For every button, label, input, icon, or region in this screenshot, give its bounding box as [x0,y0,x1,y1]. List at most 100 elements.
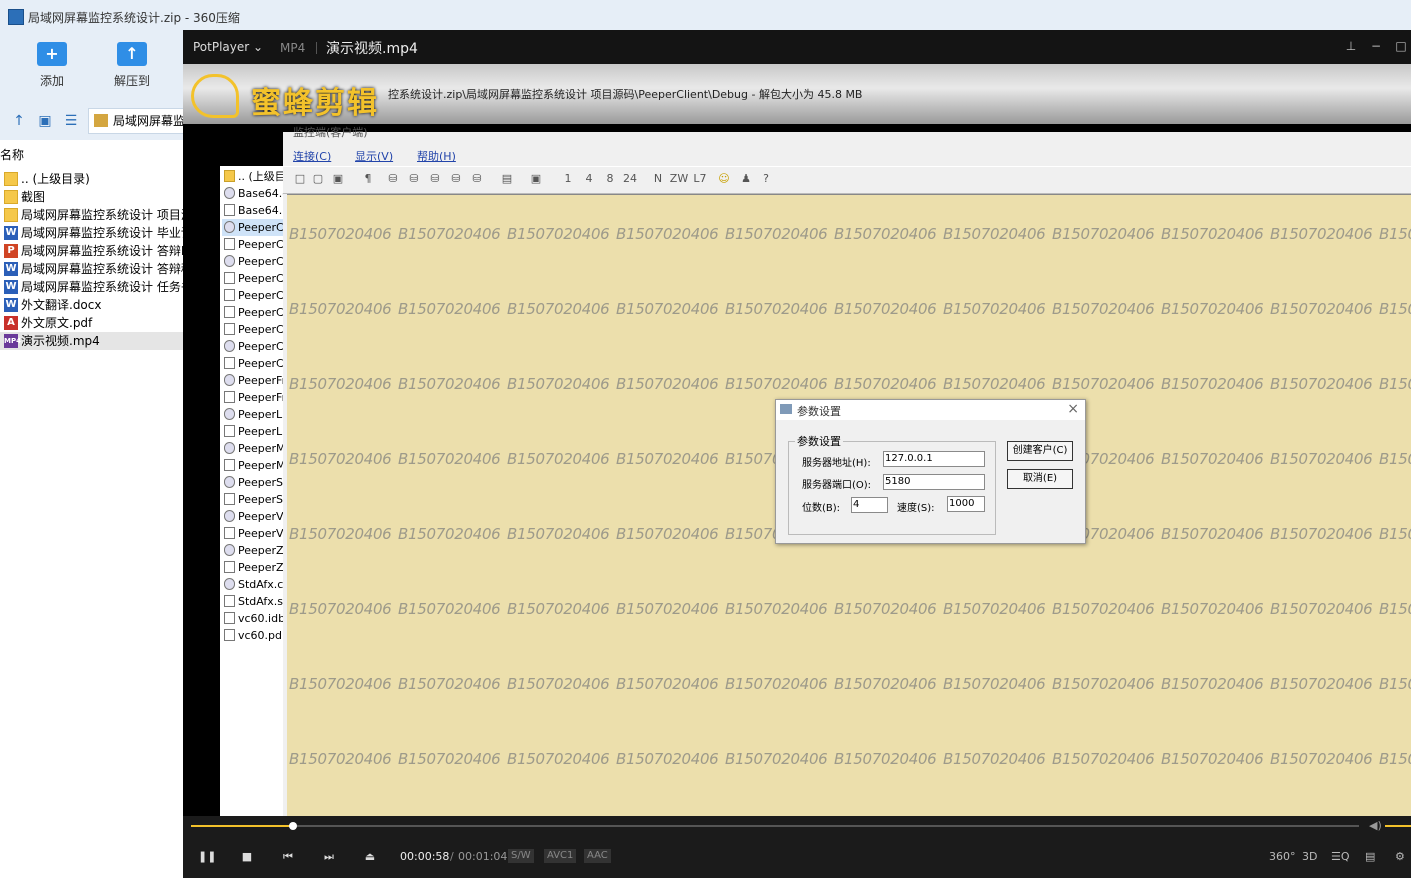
list-view-icon[interactable]: ☰ [63,113,79,129]
maximize-icon[interactable]: □ [1393,39,1409,53]
file-list-row[interactable]: A 外文原文.pdf [0,314,183,332]
watermark-label: B1507020406 [1052,675,1155,693]
watermark-row: B1507020406 B1507020406 B1507020406 B150702… [289,225,1411,243]
video-area[interactable]: 控系统设计.zip\局域网屏幕监控系统设计 项目源码\PeeperClient\… [183,64,1411,816]
dialog-app-icon [780,404,792,414]
peeper-toolbar-icon: ⛁ [451,172,461,185]
watermark-label: B1507020406 [1270,750,1373,768]
watermark-label: B1507020406 [507,225,610,243]
folder-icon [224,170,235,182]
file-list-row[interactable]: W局域网屏幕监控系统设计 毕业论文 [0,224,183,242]
vr-360-button[interactable]: 360° [1269,850,1296,863]
watermark-label: B1507020406 [616,675,719,693]
peeper-toolbar-icon: ▣ [530,172,542,185]
watermark-label: B1507020406 [398,750,501,768]
watermark-label: B1507020406 [943,675,1046,693]
watermark-label: B1507020406 [398,600,501,618]
cancel-button[interactable]: 取消(E) [1007,469,1073,489]
server-port-input[interactable]: 5180 [883,474,985,490]
server-port-label: 服务器端口(O): [802,480,872,491]
group-box-label: 参数设置 [795,433,843,449]
bits-input[interactable]: 4 [851,497,888,513]
path-field[interactable]: 局域网屏幕监控 [88,108,188,134]
settings-gear-icon[interactable]: ⚙ [1395,850,1405,863]
video-file-row: PeeperZip.h [222,559,284,576]
up-arrow-icon[interactable]: ↑ [11,113,27,129]
peeper-toolbar-icon: ⛁ [430,172,440,185]
video-file-row: PeeperView.cpp [222,508,284,525]
peeper-toolbar-icon: ▣ [332,172,344,185]
file-icon [224,425,235,437]
file-name: 演示视频.mp4 [21,334,100,348]
file-list-row[interactable]: MP4 演示视频.mp4 [0,332,183,350]
video-file-row: PeeperClient.cpp [222,253,284,270]
source-file-icon [224,221,235,233]
seek-bar[interactable]: ◀) [183,816,1411,836]
peeper-toolbar-icon: L7 [693,172,707,185]
extract-button[interactable]: ↑ 解压到 [97,38,167,98]
watermark-label: B1507020406 [834,300,937,318]
stop-icon[interactable]: ■ [239,850,255,864]
playlist-search-button[interactable]: ☰Q [1331,850,1350,863]
video-file-name: PeeperMsg.h [238,459,284,472]
thumbnail-view-icon[interactable]: ▣ [37,113,53,129]
watermark-label: B1507020406 [1052,225,1155,243]
source-file-icon [224,476,235,488]
decoder-badge[interactable]: S/W [508,849,534,863]
word-file-icon: W [4,298,18,312]
file-name: .. (上级目录) [21,172,90,186]
video-archive-path: 控系统设计.zip\局域网屏幕监控系统设计 项目源码\PeeperClient\… [388,88,863,101]
peeper-toolbar-icon: 1 [564,172,572,185]
peeper-menu-item: 连接(C) [293,150,332,163]
video-file-row: PeeperSet.h [222,491,284,508]
file-list-row[interactable]: 截图 [0,188,183,206]
file-list-row[interactable]: W 外文翻译.docx [0,296,183,314]
pause-icon[interactable]: ❚❚ [198,850,216,864]
speed-input[interactable]: 1000 [947,496,985,512]
file-list-row[interactable]: 局域网屏幕监控系统设计 项目源码 [0,206,183,224]
seek-handle[interactable] [288,822,297,830]
source-file-icon [224,510,235,522]
previous-icon[interactable]: ⏮ [280,850,296,864]
playlist-button[interactable]: ▤ [1365,850,1375,863]
3d-button[interactable]: 3D [1302,850,1317,863]
watermark-label: B1507020406 [398,450,501,468]
eject-icon[interactable]: ⏏ [362,850,378,864]
audio-codec-badge[interactable]: AAC [584,849,611,863]
file-list-row[interactable]: W 局域网屏幕监控系统设计 任务书 [0,278,183,296]
video-codec-badge[interactable]: AVC1 [544,849,577,863]
video-file-name: PeeperLib.h [238,425,284,438]
column-header-name[interactable]: 名称 [0,146,183,164]
video-file-row: PeeperZip.cpp [222,542,284,559]
watermark-label: B1507020406 [725,225,828,243]
video-file-row: PeeperClient.ncb [222,321,284,338]
file-list-row[interactable]: P局域网屏幕监控系统设计 答辩PPT [0,242,183,260]
watermark-label: B1507020406 [616,450,719,468]
file-icon [224,527,235,539]
watermark-label: B1507020406 [1379,600,1411,618]
volume-icon[interactable]: ◀) [1369,819,1382,832]
seek-track[interactable] [191,822,1359,830]
file-name: 局域网屏幕监控系统设计 毕业论文 [21,226,183,240]
watermark-label: B1507020406 [1052,300,1155,318]
add-button[interactable]: + 添加 [17,38,87,98]
player-menu-button[interactable]: PotPlayer ⌄ [193,40,263,54]
video-file-name: PeeperClient.h [238,238,284,251]
next-icon[interactable]: ⏭ [321,850,337,864]
file-list-row[interactable]: W 局域网屏幕监控系统设计 答辩稿 [0,260,183,278]
source-file-icon [224,442,235,454]
watermark-label: B1507020406 [1270,300,1373,318]
path-text: 局域网屏幕监控 [113,114,187,128]
volume-slider[interactable] [1385,825,1411,827]
file-name: 外文原文.pdf [21,316,93,330]
file-list-row[interactable]: .. (上级目录) [0,170,183,188]
server-address-input[interactable]: 127.0.0.1 [883,451,985,467]
video-file-name: PeeperClient.exe [238,221,284,234]
video-file-name: PeeperClient.ncb [238,323,284,336]
watermark-label: B1507020406 [725,600,828,618]
close-icon[interactable]: × [1067,401,1079,417]
watermark-label: B1507020406 [834,375,937,393]
minimize-icon[interactable]: − [1368,39,1384,53]
pin-icon[interactable]: ⊥ [1343,39,1359,53]
create-client-button[interactable]: 创建客户(C) [1007,441,1073,461]
